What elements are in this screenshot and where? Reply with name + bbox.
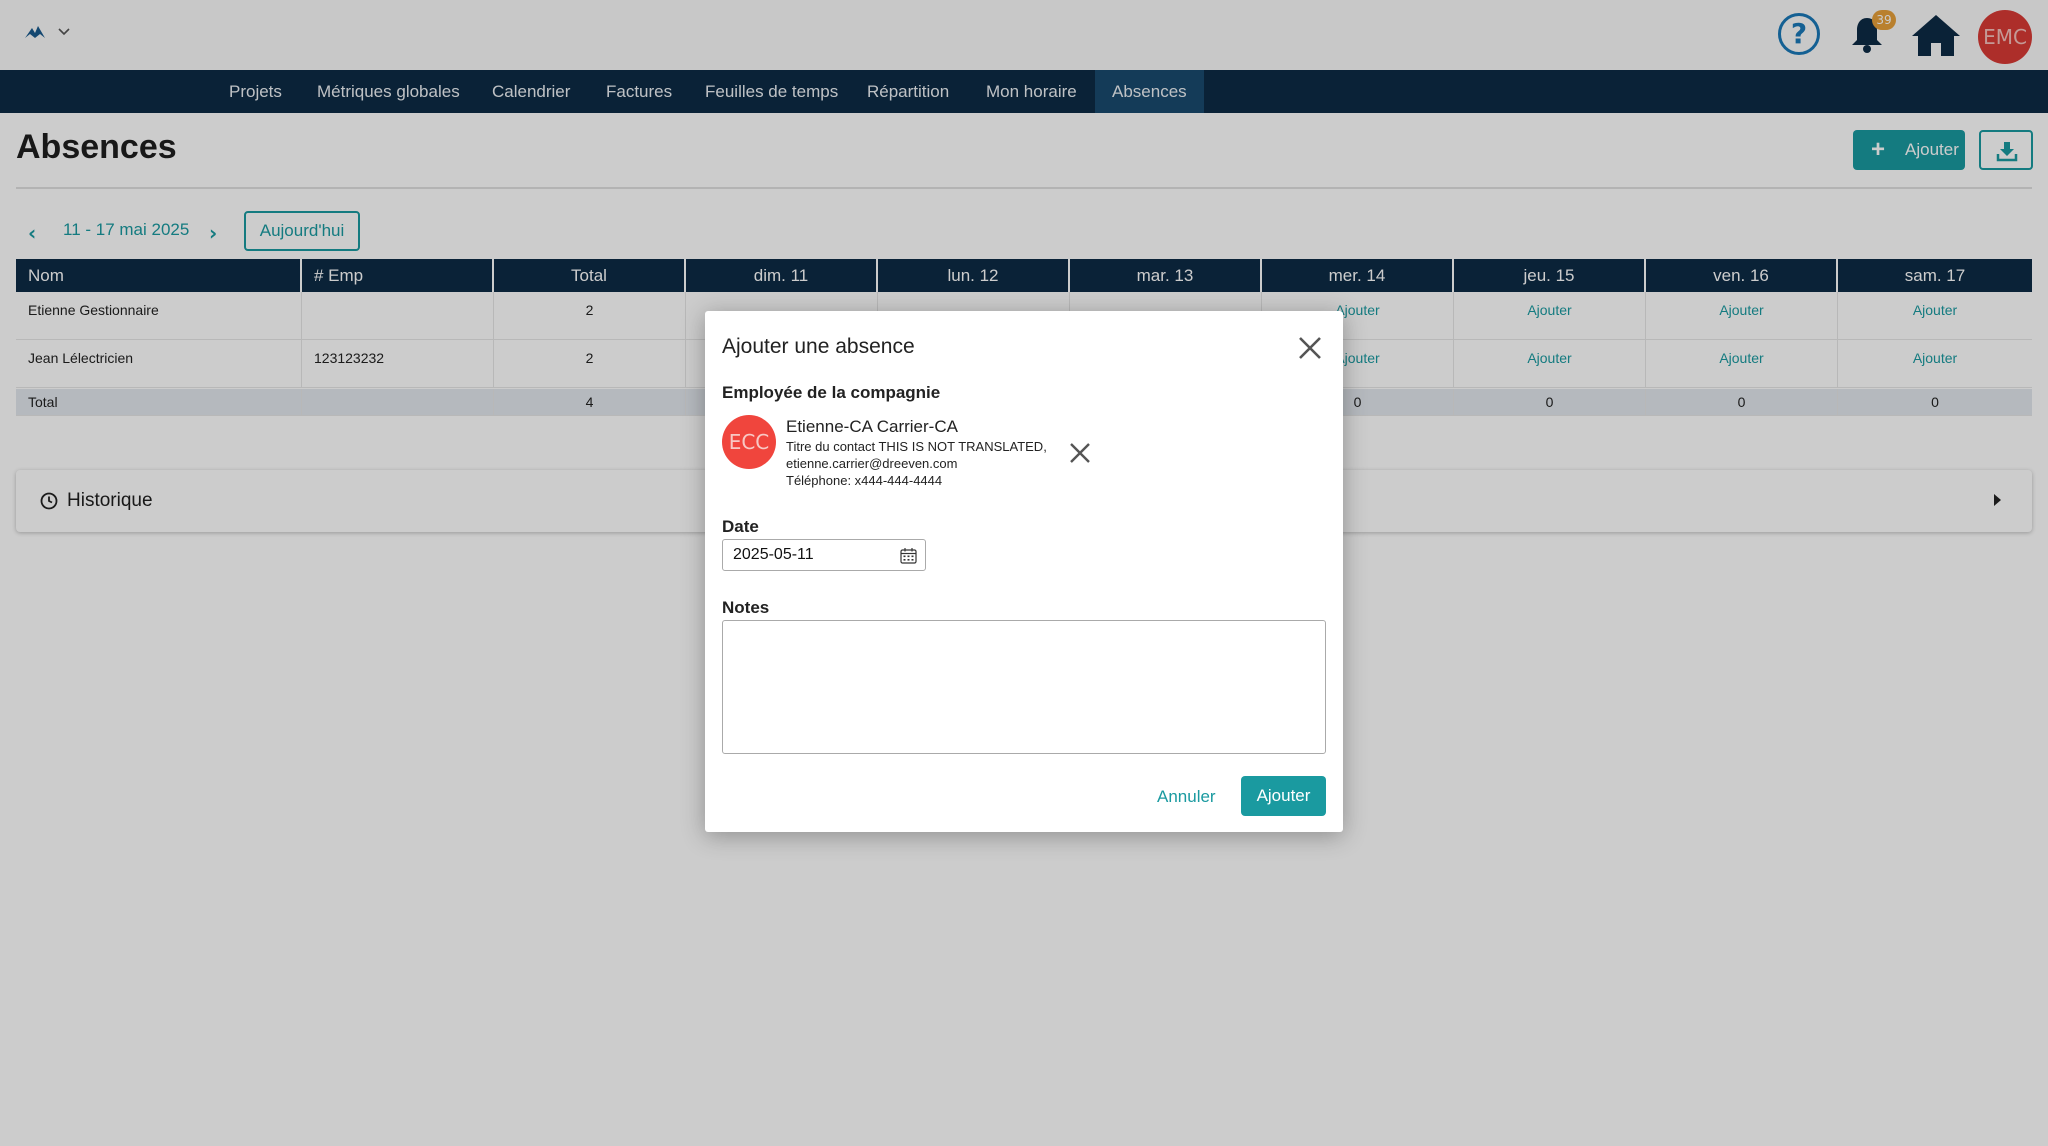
- submit-button[interactable]: Ajouter: [1241, 776, 1326, 816]
- employee-title: Titre du contact THIS IS NOT TRANSLATED,: [786, 439, 1047, 454]
- close-icon[interactable]: [1297, 335, 1323, 361]
- employee-name: Etienne-CA Carrier-CA: [786, 417, 958, 436]
- add-absence-modal: Ajouter une absence Employée de la compa…: [705, 311, 1343, 832]
- remove-employee-icon[interactable]: [1068, 441, 1092, 465]
- employee-phone: Téléphone: x444-444-4444: [786, 473, 943, 488]
- employee-label: Employée de la compagnie: [722, 383, 941, 402]
- date-input[interactable]: 2025-05-11: [722, 539, 926, 571]
- employee-email: etienne.carrier@dreeven.com: [786, 456, 958, 471]
- employee-avatar: ECC: [722, 415, 776, 469]
- notes-textarea[interactable]: [722, 620, 1326, 754]
- calendar-icon[interactable]: [900, 547, 917, 564]
- date-label: Date: [722, 517, 759, 536]
- notes-label: Notes: [722, 598, 770, 617]
- cancel-button[interactable]: Annuler: [1157, 787, 1216, 807]
- modal-title: Ajouter une absence: [722, 335, 915, 358]
